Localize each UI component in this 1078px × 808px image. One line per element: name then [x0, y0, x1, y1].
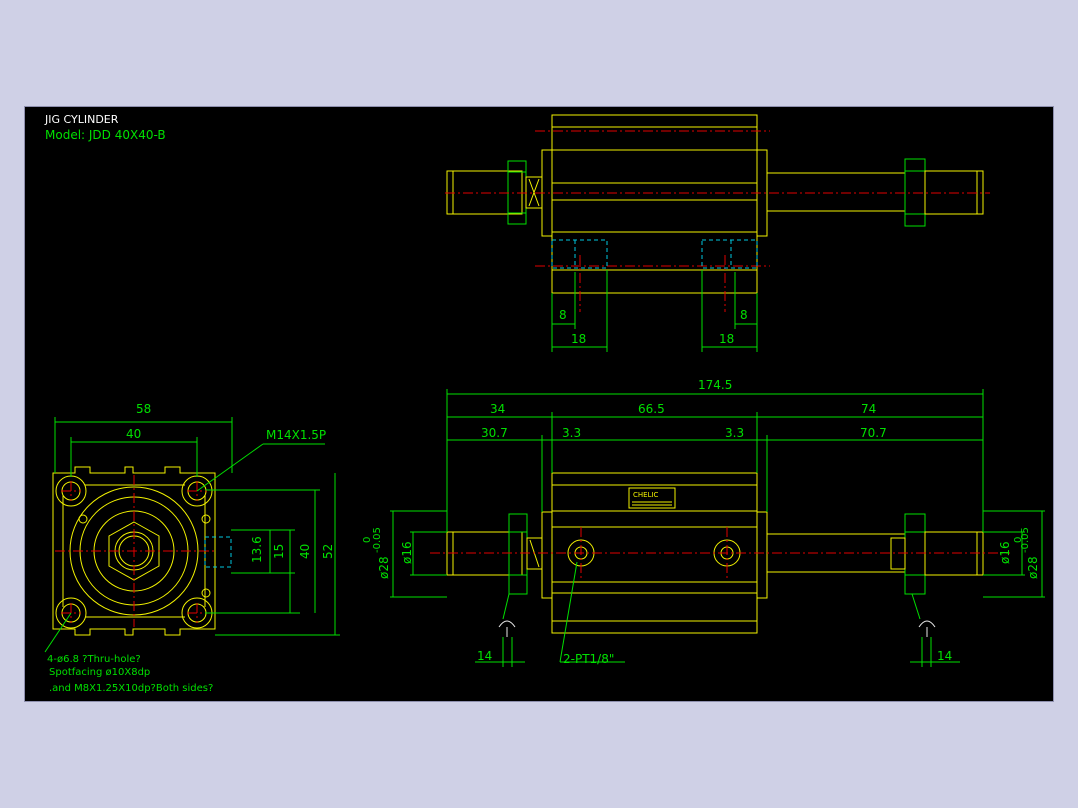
dim-total-174-5: 174.5	[698, 378, 732, 392]
dim-phi28-right: ø28	[1026, 556, 1040, 579]
tol0-right: 0	[1013, 537, 1024, 543]
model-label: Model: JDD 40X40-B	[45, 128, 166, 142]
dim-3-3-left: 3.3	[562, 426, 581, 440]
port-callout: 2-PT1/8"	[563, 652, 614, 666]
dim-top-right-8: 8	[740, 308, 748, 322]
note-tap: .and M8X1.25X10dp?Both sides?	[49, 683, 213, 694]
drawing-title: JIG CYLINDER	[44, 113, 119, 126]
note-spotfacing: Spotfacing ø10X8dp	[49, 667, 150, 678]
dim-52: 52	[321, 544, 335, 559]
drawing-sheet: JIG CYLINDER Model: JDD 40X40-B 8 8 18 1…	[25, 107, 1053, 701]
top-view-body	[551, 114, 758, 294]
tol0-left: 0	[362, 537, 373, 543]
label-plate-text: CHELIC	[633, 491, 659, 499]
dim-top-left-8: 8	[559, 308, 567, 322]
end-view	[44, 417, 340, 653]
dim-top-left-18: 18	[571, 332, 586, 346]
dim-30-7: 30.7	[481, 426, 508, 440]
dim-14-right: 14	[937, 649, 952, 663]
dim-top-right-18: 18	[719, 332, 734, 346]
dim-phi16-left: ø16	[400, 541, 414, 564]
tol-left: -0.05	[372, 527, 383, 553]
dim-74: 74	[861, 402, 876, 416]
dim-34: 34	[490, 402, 505, 416]
dim-15: 15	[272, 544, 286, 559]
dim-m14-thread: M14X1.5P	[266, 428, 326, 442]
dim-13-6: 13.6	[250, 536, 264, 563]
note-holes: 4-ø6.8 ?Thru-hole?	[47, 654, 141, 665]
dim-66-5: 66.5	[638, 402, 665, 416]
dim-40-width: 40	[126, 427, 141, 441]
cad-drawing: JIG CYLINDER Model: JDD 40X40-B 8 8 18 1…	[44, 113, 1045, 694]
dim-phi28-left: ø28	[377, 556, 391, 579]
dim-40-height: 40	[298, 544, 312, 559]
dim-3-3-right: 3.3	[725, 426, 744, 440]
dim-70-7: 70.7	[860, 426, 887, 440]
dim-14-left: 14	[477, 649, 492, 663]
dim-58: 58	[136, 402, 151, 416]
top-view	[445, 114, 990, 352]
dim-phi16-right: ø16	[998, 541, 1012, 564]
